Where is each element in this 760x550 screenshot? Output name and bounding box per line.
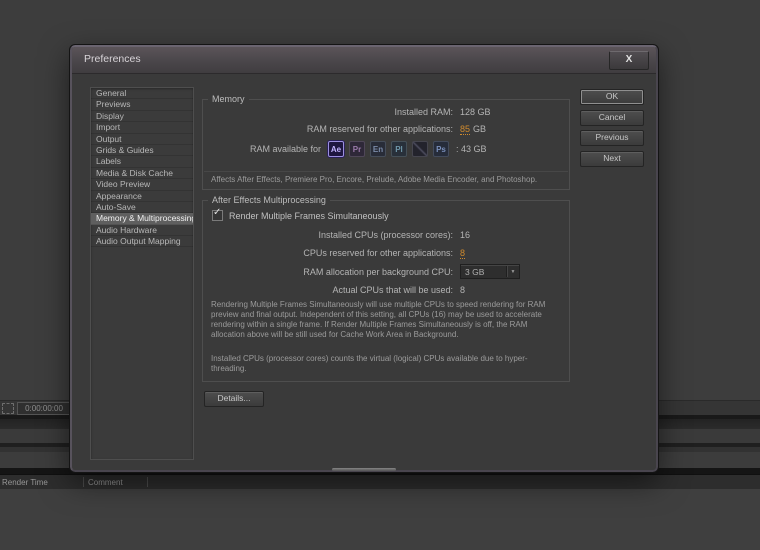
ram-allocation-label: RAM allocation per background CPU:: [203, 267, 453, 277]
actual-cpus-value: 8: [460, 285, 559, 295]
cpus-reserved-label: CPUs reserved for other applications:: [203, 248, 453, 258]
ram-available-row: RAM available for Ae Pr En Pl Ps : 43 GB: [203, 141, 559, 157]
previous-button[interactable]: Previous: [580, 130, 644, 146]
sidebar-item-display[interactable]: Display: [91, 111, 193, 122]
app-icon-strip: Ae Pr En Pl Ps: [328, 141, 449, 157]
ram-allocation-row: RAM allocation per background CPU: 3 GB …: [203, 264, 559, 279]
close-button[interactable]: X: [609, 51, 649, 70]
ram-reserved-row: RAM reserved for other applications: 85G…: [203, 124, 559, 134]
chevron-down-icon[interactable]: ▼: [507, 269, 519, 275]
column-divider[interactable]: [83, 477, 84, 487]
checkmark-icon: ✓: [213, 207, 221, 218]
memory-group-label: Memory: [208, 94, 249, 104]
photoshop-icon: Ps: [433, 141, 449, 157]
prelude-icon: Pl: [391, 141, 407, 157]
sidebar-item-audio-output-mapping[interactable]: Audio Output Mapping: [91, 236, 193, 247]
after-effects-icon: Ae: [328, 141, 344, 157]
render-multiple-frames-label: Render Multiple Frames Simultaneously: [229, 211, 389, 221]
column-divider[interactable]: [147, 477, 148, 487]
ram-allocation-selected: 3 GB: [461, 267, 506, 277]
memory-footnote: Affects After Effects, Premiere Pro, Enc…: [211, 175, 559, 185]
column-render-time[interactable]: Render Time: [2, 478, 48, 487]
current-time-display[interactable]: 0:00:00:00: [17, 402, 71, 415]
sidebar-item-auto-save[interactable]: Auto-Save: [91, 202, 193, 213]
render-multiple-frames-checkbox[interactable]: ✓: [212, 210, 223, 221]
installed-ram-row: Installed RAM: 128 GB: [203, 107, 559, 117]
sidebar-item-audio-hardware[interactable]: Audio Hardware: [91, 225, 193, 236]
sidebar-item-general[interactable]: General: [91, 88, 193, 99]
memory-group: Memory Installed RAM: 128 GB RAM reserve…: [202, 99, 570, 190]
sidebar-item-output[interactable]: Output: [91, 134, 193, 145]
ram-reserved-unit: GB: [473, 124, 486, 134]
sidebar-item-video-preview[interactable]: Video Preview: [91, 179, 193, 190]
preferences-dialog: Preferences X General Previews Display I…: [70, 45, 658, 472]
cpus-reserved-row: CPUs reserved for other applications: 8: [203, 248, 559, 258]
multiprocessing-note-2: Installed CPUs (processor cores) counts …: [211, 354, 559, 374]
sidebar-item-previews[interactable]: Previews: [91, 99, 193, 110]
ok-button[interactable]: OK: [580, 89, 644, 105]
sidebar-item-appearance[interactable]: Appearance: [91, 191, 193, 202]
multiprocessing-group: After Effects Multiprocessing ✓ Render M…: [202, 200, 570, 382]
encore-icon: En: [370, 141, 386, 157]
actual-cpus-label: Actual CPUs that will be used:: [203, 285, 453, 295]
details-button[interactable]: Details...: [204, 391, 264, 407]
multiprocessing-note-1: Rendering Multiple Frames Simultaneously…: [211, 300, 559, 340]
after-effects-app: Render Time Comment 0:00:00:00 Preferenc…: [0, 0, 760, 550]
ram-available-label: RAM available for: [203, 144, 321, 154]
cancel-button[interactable]: Cancel: [580, 110, 644, 126]
dialog-titlebar[interactable]: Preferences X: [72, 47, 656, 74]
group-divider: [204, 171, 568, 172]
ram-allocation-dropdown[interactable]: 3 GB ▼: [460, 264, 520, 279]
sidebar-item-import[interactable]: Import: [91, 122, 193, 133]
sidebar-item-grids-guides[interactable]: Grids & Guides: [91, 145, 193, 156]
installed-cpus-row: Installed CPUs (processor cores): 16: [203, 230, 559, 240]
cpus-reserved-value[interactable]: 8: [460, 248, 465, 259]
sidebar-item-memory-multiprocessing[interactable]: Memory & Multiprocessing: [91, 213, 193, 224]
work-area-icon[interactable]: [2, 403, 14, 414]
actual-cpus-row: Actual CPUs that will be used: 8: [203, 285, 559, 295]
resize-grip[interactable]: [332, 468, 396, 471]
multiprocessing-group-label: After Effects Multiprocessing: [208, 195, 330, 205]
premiere-pro-icon: Pr: [349, 141, 365, 157]
render-multiple-frames-row: ✓ Render Multiple Frames Simultaneously: [212, 210, 389, 221]
sidebar-item-labels[interactable]: Labels: [91, 156, 193, 167]
column-comment[interactable]: Comment: [88, 478, 123, 487]
ram-available-value: : 43 GB: [456, 144, 487, 154]
render-queue-body: [0, 489, 760, 550]
dialog-title: Preferences: [84, 53, 141, 65]
ram-reserved-label: RAM reserved for other applications:: [203, 124, 453, 134]
installed-cpus-value: 16: [460, 230, 559, 240]
media-encoder-icon: [412, 141, 428, 157]
ram-reserved-value[interactable]: 85: [460, 124, 470, 135]
next-button[interactable]: Next: [580, 151, 644, 167]
installed-ram-value: 128 GB: [460, 107, 559, 117]
installed-cpus-label: Installed CPUs (processor cores):: [203, 230, 453, 240]
preferences-category-list: General Previews Display Import Output G…: [90, 87, 194, 460]
installed-ram-label: Installed RAM:: [203, 107, 453, 117]
sidebar-item-media-disk-cache[interactable]: Media & Disk Cache: [91, 168, 193, 179]
